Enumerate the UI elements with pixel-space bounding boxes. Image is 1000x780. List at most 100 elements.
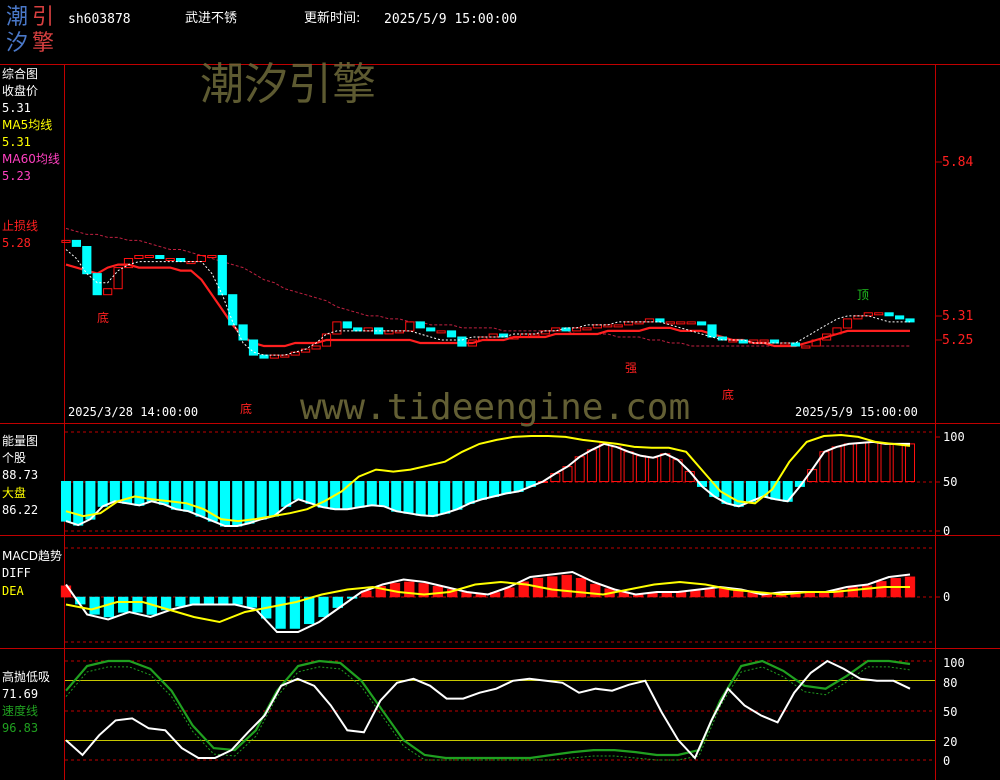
candle <box>884 312 894 317</box>
candle <box>582 327 592 331</box>
candle <box>676 321 686 325</box>
macd-bar <box>818 592 830 598</box>
candle <box>228 294 238 326</box>
candle <box>144 255 154 258</box>
candle <box>82 246 92 275</box>
energy-bar <box>892 443 903 482</box>
energy-bar <box>843 443 854 482</box>
energy-bar <box>293 481 304 500</box>
macd-bar <box>218 596 229 605</box>
energy-bar <box>73 481 84 526</box>
energy-bar <box>183 481 194 512</box>
energy-bar <box>880 443 891 482</box>
energy-bar <box>905 443 915 482</box>
candle <box>707 324 717 338</box>
energy-bar <box>256 481 267 520</box>
macd-bar <box>432 586 444 598</box>
energy-bar <box>97 481 108 507</box>
ma60-line <box>65 227 910 347</box>
candle <box>134 255 144 259</box>
energy-bar <box>171 481 182 510</box>
energy-bar <box>489 481 500 497</box>
macd-bar <box>304 596 315 625</box>
candle <box>613 324 623 328</box>
energy-bar <box>599 443 610 482</box>
energy-bar <box>354 481 365 508</box>
energy-bar <box>856 442 867 482</box>
energy-bar <box>268 481 279 517</box>
macd-bar <box>704 588 715 598</box>
energy-bar <box>746 481 756 502</box>
candle <box>290 351 300 356</box>
candle <box>61 239 71 243</box>
candle <box>446 330 457 338</box>
energy-bar <box>61 481 71 522</box>
energy-bar <box>379 481 389 507</box>
candle <box>207 255 217 258</box>
macd-bar <box>132 596 143 613</box>
energy-bar <box>464 481 475 504</box>
candle <box>426 327 436 332</box>
candle <box>895 315 905 320</box>
energy-bar <box>440 481 451 514</box>
energy-bar <box>635 455 646 482</box>
energy-bar <box>427 481 438 517</box>
macd-bar <box>246 596 258 608</box>
energy-bar <box>391 481 402 512</box>
macd-bar <box>118 596 129 613</box>
macd-bar <box>804 592 815 598</box>
kdj-line <box>65 659 911 760</box>
candle <box>103 288 113 296</box>
candle <box>436 330 446 334</box>
macd-bar <box>876 581 887 598</box>
energy-bar <box>244 481 255 524</box>
candle <box>311 345 321 350</box>
macd-bar <box>175 596 186 607</box>
energy-bar <box>403 481 414 514</box>
energy-bar <box>611 446 622 482</box>
candle <box>457 336 467 347</box>
candle <box>248 339 259 356</box>
energy-bar <box>660 453 671 482</box>
macd-bar <box>661 592 672 598</box>
macd-bar <box>103 596 115 618</box>
energy-bar <box>134 481 145 506</box>
energy-bar <box>415 481 426 516</box>
candle <box>332 321 342 335</box>
energy-bar <box>109 481 120 502</box>
candle <box>165 258 175 261</box>
candle <box>405 321 415 332</box>
energy-bar <box>281 481 292 507</box>
candle <box>863 312 873 317</box>
energy-bar <box>868 441 879 482</box>
macd-bar <box>232 596 243 605</box>
macd-bar <box>547 576 558 598</box>
macd-bar <box>60 585 72 598</box>
energy-bar <box>305 481 316 504</box>
macd-bar <box>203 596 215 605</box>
macd-bar <box>504 587 515 598</box>
candle <box>759 339 769 343</box>
candle <box>686 321 696 325</box>
energy-bar <box>648 457 659 483</box>
candle <box>801 345 811 349</box>
candle <box>176 258 186 262</box>
candle <box>415 321 425 329</box>
speed-line <box>65 659 911 760</box>
candle <box>217 255 227 296</box>
macd-bar <box>189 596 200 605</box>
candle <box>238 324 248 341</box>
energy-bar <box>232 481 243 527</box>
macd-bar <box>318 596 329 618</box>
brand-watermark: 潮汐引擎 <box>200 59 376 110</box>
candle <box>842 318 853 329</box>
macd-bar <box>575 577 587 598</box>
candle <box>874 312 884 316</box>
macd-bar <box>561 574 572 598</box>
candle <box>697 321 707 326</box>
energy-bar <box>366 481 377 506</box>
url-watermark: www.tideengine.com <box>300 387 691 428</box>
energy-bar <box>476 481 487 500</box>
energy-bar <box>586 449 597 482</box>
energy-bar <box>623 451 634 482</box>
